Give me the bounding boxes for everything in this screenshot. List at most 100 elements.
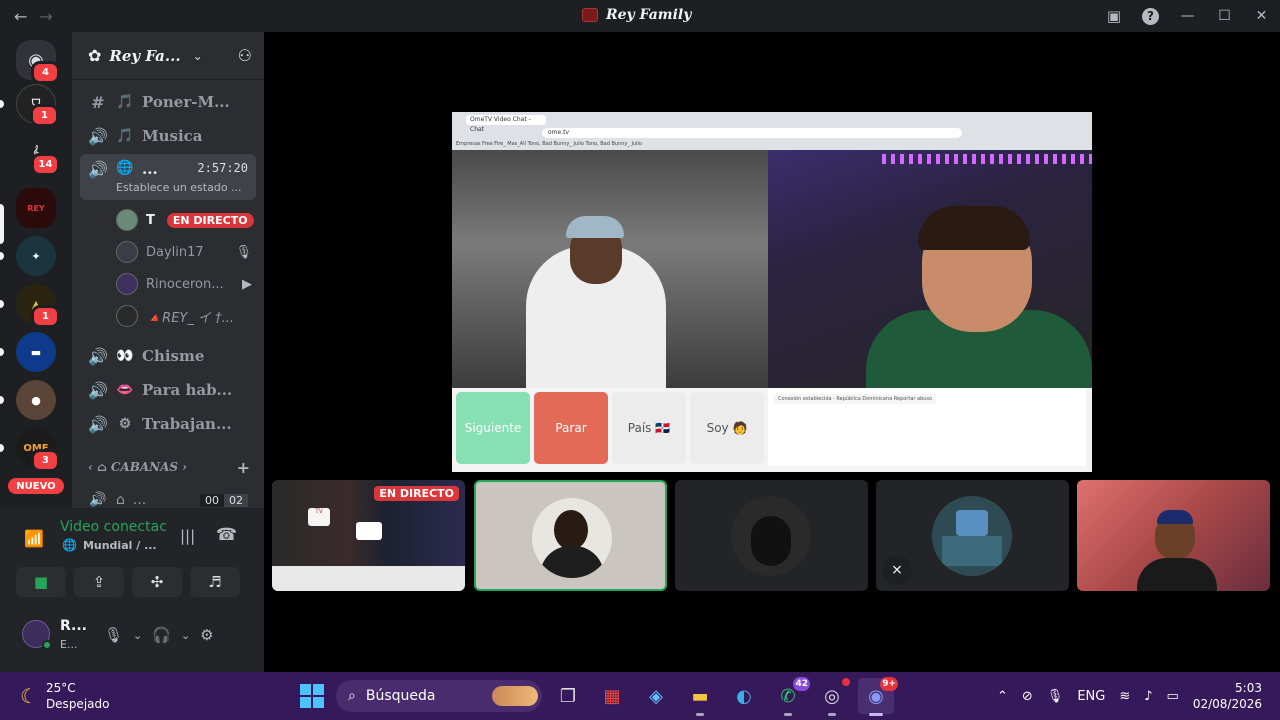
channel-label: Chisme [142, 347, 205, 365]
battery-icon[interactable]: ▭ [1167, 689, 1179, 704]
server-icon-2[interactable]: 𝄞 14 [16, 132, 60, 176]
chevron-down-icon[interactable]: ⌄ [133, 629, 142, 642]
screen-share-view[interactable]: OmeTV Video Chat - Chat ome.tv Empresas … [452, 112, 1092, 472]
task-view-button[interactable]: ❐ [550, 678, 586, 714]
screen-share-button[interactable]: ⇪ [74, 567, 124, 597]
new-badge[interactable]: NUEVO [8, 478, 64, 494]
avatar [116, 273, 138, 295]
unread-pill [0, 300, 4, 308]
participant-tile-selected[interactable] [474, 480, 667, 591]
windows-taskbar: ☾ 25°C Despejado ⌕ Búsqueda ❐ ▦ ◈ ▬ ◐ ✆ 4… [0, 672, 1280, 720]
stop-button[interactable]: Parar [534, 392, 608, 464]
speaker-icon[interactable]: ♪ [1144, 689, 1152, 704]
channel-active-voice[interactable]: 🔊 🌐 ... 2:57:20 Establece un estado ... [80, 154, 256, 200]
user-count-limit: 02 [224, 493, 248, 507]
voice-channel-icon: 🔊 [88, 414, 108, 434]
discord-app[interactable]: ◉ 9+ [858, 677, 898, 716]
chevron-down-icon[interactable]: ⌄ [181, 629, 190, 642]
file-explorer-app[interactable]: ▬ [682, 678, 718, 716]
language-indicator[interactable]: ENG [1077, 689, 1105, 704]
home-badge: 4 [31, 61, 60, 84]
participant-tile-stream[interactable]: TV EN DIRECTO [272, 480, 465, 591]
country-button[interactable]: País 🇩🇴 [612, 392, 686, 464]
led-lights [882, 154, 1092, 164]
person-hair [918, 206, 1030, 250]
whatsapp-badge: 42 [793, 677, 810, 691]
connection-signal-icon[interactable]: 📶 [24, 529, 44, 549]
participant-tile-muted[interactable]: ⨯ [876, 480, 1069, 591]
maximize-button[interactable]: ☐ [1206, 8, 1243, 24]
moon-icon: ☾ [20, 684, 38, 708]
server-icon-5[interactable]: ▲ 1 [16, 284, 60, 328]
voice-connected-panel: 📶 Video conectac 🌐 Mundial / ... ||| ☎ ■… [0, 508, 264, 608]
channel-poner-musica[interactable]: # 🎵 Poner-M... [80, 86, 256, 118]
back-arrow-icon[interactable]: ← [14, 7, 27, 26]
inbox-icon[interactable]: ▣ [1096, 7, 1132, 25]
voice-channel-link[interactable]: 🌐 Mundial / ... [62, 538, 157, 552]
channel-status-text[interactable]: Establece un estado ... [116, 181, 242, 194]
start-button[interactable] [300, 684, 324, 708]
voice-member[interactable]: 🔺REY_ イ †... [116, 302, 256, 330]
eyes-icon: 👀 [116, 348, 134, 364]
voice-status-title: Video conectac [60, 519, 167, 535]
user-name[interactable]: R... [60, 618, 87, 634]
weather-widget[interactable]: ☾ 25°C Despejado [20, 680, 109, 712]
voice-member[interactable]: Rinoceron... ▶ [116, 270, 256, 298]
help-icon[interactable]: ? [1142, 7, 1159, 25]
headphones-icon[interactable]: 🎧 [152, 626, 171, 644]
camera-button[interactable]: ■ [16, 567, 66, 597]
add-member-icon[interactable]: ⚇ [238, 46, 252, 65]
channel-chisme[interactable]: 🔊 👀 Chisme [80, 340, 256, 372]
close-button[interactable]: ✕ [1243, 8, 1280, 24]
server-icon-rey-family[interactable]: REY [16, 188, 56, 228]
search-highlight-image [492, 686, 538, 706]
channel-musica[interactable]: 🔊 🎵 Musica [80, 120, 256, 152]
noise-suppression-icon[interactable]: ||| [180, 527, 195, 545]
category-cabanas[interactable]: ‹ ⌂ CABANAS › + [88, 458, 250, 477]
edge-app[interactable]: ◐ [726, 678, 762, 714]
copilot-app[interactable]: ◈ [638, 678, 674, 714]
avatar [532, 498, 612, 578]
microphone-icon[interactable]: 🎙 [104, 626, 123, 644]
server-icon-4[interactable]: ✦ [16, 236, 56, 276]
next-button[interactable]: Siguiente [456, 392, 530, 464]
clock-date: 02/08/2026 [1192, 697, 1262, 711]
add-channel-icon[interactable]: + [237, 458, 250, 477]
activities-button[interactable]: ✣ [132, 567, 182, 597]
guild-header[interactable]: ✿ Rey Fa... ⌄ ⚇ [72, 32, 264, 80]
taskbar-search[interactable]: ⌕ Búsqueda [336, 680, 542, 712]
video-camera-icon: ▶ [242, 276, 252, 292]
disconnect-icon[interactable]: ☎ [216, 525, 237, 545]
server-icon-ome[interactable]: OME 3 [16, 428, 60, 472]
whatsapp-app[interactable]: ✆ 42 [770, 677, 810, 716]
store-app[interactable]: ▦ [594, 678, 630, 714]
obs-app[interactable]: ◎ [814, 678, 850, 716]
soundboard-button[interactable]: ♬ [190, 567, 240, 597]
camera-icon: ■ [33, 573, 49, 591]
member-name: 🔺REY_ イ †... [146, 310, 235, 326]
server-icon-7[interactable]: ● [16, 380, 56, 420]
no-network-icon[interactable]: ⊘ [1022, 689, 1033, 704]
voice-member[interactable]: Daylin17 🎙 [116, 238, 256, 266]
server-icon-6[interactable]: ▬ [16, 332, 56, 372]
avatar [116, 209, 138, 231]
clock[interactable]: 5:03 02/08/2026 [1193, 680, 1262, 712]
chevron-up-icon[interactable]: ⌃ [997, 689, 1008, 704]
participant-tile[interactable] [675, 480, 868, 591]
voice-member[interactable]: T EN DIRECTO [116, 206, 256, 234]
discord-home-button[interactable]: ◉ 4 [16, 40, 60, 84]
title-bar: ← → Rey Family ▣ ? — ☐ ✕ [0, 0, 1280, 32]
wifi-icon[interactable]: ≋ [1119, 689, 1130, 704]
minimize-button[interactable]: — [1169, 8, 1206, 24]
gender-button[interactable]: Soy 🧑 [690, 392, 764, 464]
channel-cabana[interactable]: 🔊 ⌂ ... 00 02 [80, 486, 256, 508]
forward-arrow-icon[interactable]: → [39, 7, 52, 26]
microphone-icon[interactable]: 🎙 [1047, 689, 1064, 704]
task-view-icon: ❐ [559, 685, 577, 707]
settings-gear-icon[interactable]: ⚙ [200, 626, 213, 644]
voice-channel-icon: 🔊 [88, 346, 108, 366]
channel-trabajando[interactable]: 🔊 ⚙ Trabajan... [80, 408, 256, 440]
server-icon-1[interactable]: ⛉ 1 [16, 84, 59, 127]
participant-tile-camera[interactable] [1077, 480, 1270, 591]
channel-para-hablar[interactable]: 🔊 👄 Para hab... [80, 374, 256, 406]
